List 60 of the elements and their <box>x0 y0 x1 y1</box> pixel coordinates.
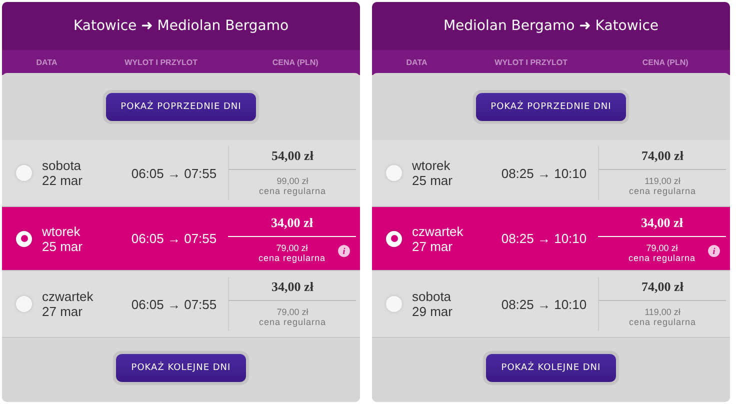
column-header: WYLOT I PRZYLOT <box>124 58 199 67</box>
date-text: 22 mar <box>42 173 84 188</box>
column-header: CENA (PLN) <box>271 58 320 67</box>
flight-times: 06:05 → 07:55 <box>130 166 218 180</box>
next-days-button[interactable]: POKAŻ KOLEJNE DNI <box>486 354 616 382</box>
flight-times: 08:25 → 10:10 <box>500 231 588 246</box>
column-header: CENA (PLN) <box>641 58 690 67</box>
next-days-button[interactable]: POKAŻ KOLEJNE DNI <box>116 354 246 382</box>
regular-price-label: cena regularna <box>628 317 696 327</box>
promo-price: 54,00 zł <box>229 146 356 170</box>
date-text: 25 mar <box>42 238 84 254</box>
regular-price: 79,00 zł <box>646 243 678 253</box>
flight-row[interactable]: czwartek 27 mar 06:05 → 07:55 34,00 zł 79,00 zł cena regularna <box>2 271 360 338</box>
day-name: sobota <box>42 158 82 173</box>
regular-price-label: cena regularna <box>628 186 696 196</box>
radio-button[interactable] <box>386 165 402 181</box>
day-name: czwartek <box>42 289 94 304</box>
day-name: wtorek <box>412 158 452 173</box>
previous-days-button[interactable]: POKAŻ POPRZEDNIE DNI <box>476 92 626 120</box>
regular-price-label: cena regularna <box>258 186 326 196</box>
regular-price: 79,00 zł <box>276 243 308 253</box>
route-title: Katowice ➜ Mediolan Bergamo <box>73 18 289 34</box>
promo-price: 34,00 zł <box>598 213 726 237</box>
flight-row[interactable]: czwartek 27 mar 08:25 → 10:10 34,00 zł 79,00 zł cena regularna i <box>372 207 730 271</box>
day-name: czwartek <box>412 224 464 238</box>
flight-row[interactable]: wtorek 25 mar 06:05 → 07:55 34,00 zł 79,00 zł cena regularna i <box>2 207 360 271</box>
day-name: sobota <box>412 289 452 304</box>
regular-price-label: cena regularna <box>258 253 326 263</box>
date-text: 27 mar <box>42 304 84 319</box>
date-text: 25 mar <box>412 173 454 188</box>
promo-price: 34,00 zł <box>228 213 356 237</box>
day-name: wtorek <box>42 224 82 238</box>
regular-price: 119,00 zł <box>644 176 680 186</box>
radio-button[interactable] <box>386 230 402 246</box>
regular-price: 119,00 zł <box>644 307 680 317</box>
flight-times: 08:25 → 10:10 <box>500 296 588 312</box>
regular-price-label: cena regularna <box>628 253 696 263</box>
regular-price: 99,00 zł <box>276 176 308 186</box>
radio-button[interactable] <box>16 165 32 181</box>
flight-row[interactable]: wtorek 25 mar 08:25 → 10:10 74,00 zł 119,00 zł cena regularna <box>372 140 730 207</box>
flight-times: 08:25 → 10:10 <box>500 166 588 180</box>
flight-times: 06:05 → 07:55 <box>130 296 218 312</box>
radio-button[interactable] <box>16 296 32 312</box>
date-text: 27 mar <box>412 238 454 254</box>
column-header: DATA <box>35 58 58 67</box>
previous-days-button[interactable]: POKAŻ POPRZEDNIE DNI <box>106 92 256 120</box>
flight-row[interactable]: sobota 22 mar 06:05 → 07:55 54,00 zł 99,00 zł cena regularna <box>2 140 360 207</box>
date-text: 29 mar <box>412 304 454 319</box>
regular-price: 79,00 zł <box>276 307 308 317</box>
promo-price: 74,00 zł <box>599 146 726 170</box>
column-header: DATA <box>405 58 428 67</box>
column-header: WYLOT I PRZYLOT <box>494 58 569 67</box>
route-title: Mediolan Bergamo ➜ Katowice <box>443 18 659 34</box>
flight-times: 06:05 → 07:55 <box>130 231 218 246</box>
radio-button[interactable] <box>16 230 32 246</box>
promo-price: 34,00 zł <box>229 277 356 301</box>
flight-row[interactable]: sobota 29 mar 08:25 → 10:10 74,00 zł 119,00 zł cena regularna <box>372 271 730 338</box>
promo-price: 74,00 zł <box>599 277 726 301</box>
regular-price-label: cena regularna <box>258 317 326 327</box>
radio-button[interactable] <box>386 296 402 312</box>
